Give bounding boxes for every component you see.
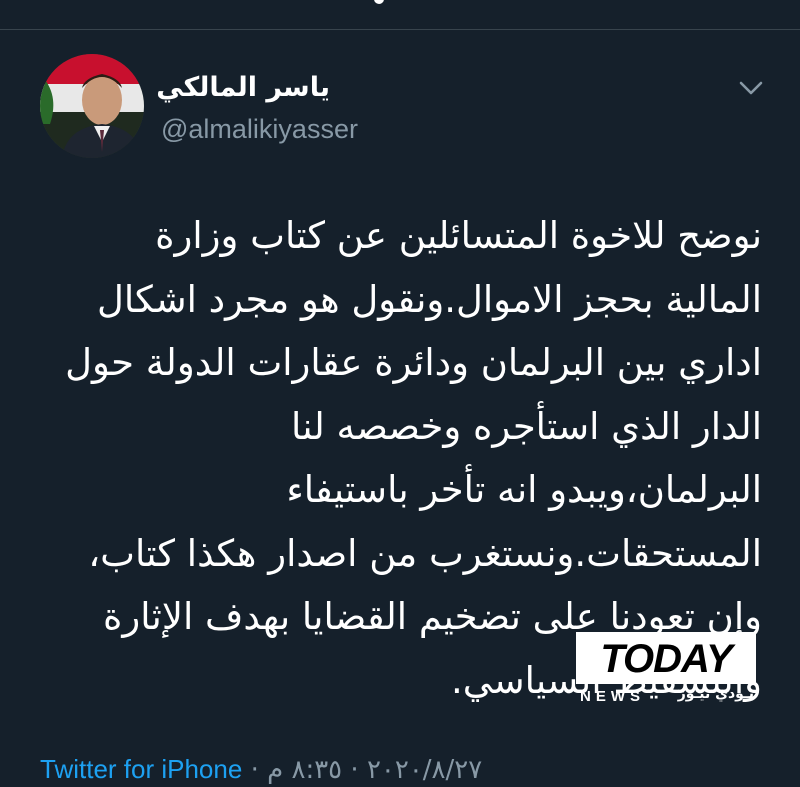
chevron-down-icon[interactable] <box>736 76 766 100</box>
tweet-line: البرلمان،ويبدو انه تأخر باستيفاء <box>286 468 762 511</box>
tweet-line: اداري بين البرلمان ودائرة عقارات الدولة … <box>65 341 762 384</box>
watermark-title: TODAY <box>600 637 732 681</box>
tweet-line: المستحقات.ونستغرب من اصدار هكذا كتاب، <box>88 531 762 575</box>
top-bar-glyph <box>374 0 384 4</box>
tweet-line: نوضح للاخوة المتسائلين عن كتاب وزارة <box>155 214 762 257</box>
tweet-line: المالية بحجز الاموال.ونقول هو مجرد اشكال <box>97 277 762 321</box>
today-news-watermark: TODAY NEWS تـودي نيـوز <box>576 632 756 712</box>
tweet-date[interactable]: ٢٠٢٠/٨/٢٧ <box>367 755 482 785</box>
tweet-footer: Twitter for iPhone · ٢٠٢٠/٨/٢٧ · ٨:٣٥ م <box>40 752 482 787</box>
author-display-name[interactable]: ياسر المالكي <box>156 70 330 106</box>
tweet-source-link[interactable]: Twitter for iPhone <box>40 754 242 784</box>
tweet-line: الدار الذي استأجره وخصصه لنا <box>291 404 762 448</box>
author-avatar[interactable] <box>40 54 144 158</box>
header-divider <box>0 29 800 30</box>
watermark-subtitle: NEWS <box>580 688 645 705</box>
profile-photo-icon <box>40 54 144 158</box>
watermark-arabic: تـودي نيـوز <box>677 686 754 702</box>
author-handle[interactable]: @almalikiyasser <box>161 112 358 146</box>
footer-separator: · <box>242 755 268 785</box>
footer-separator: · <box>342 755 367 785</box>
tweet-time[interactable]: ٨:٣٥ م <box>267 755 342 785</box>
watermark-box: TODAY <box>576 632 756 684</box>
top-bar <box>0 0 800 30</box>
